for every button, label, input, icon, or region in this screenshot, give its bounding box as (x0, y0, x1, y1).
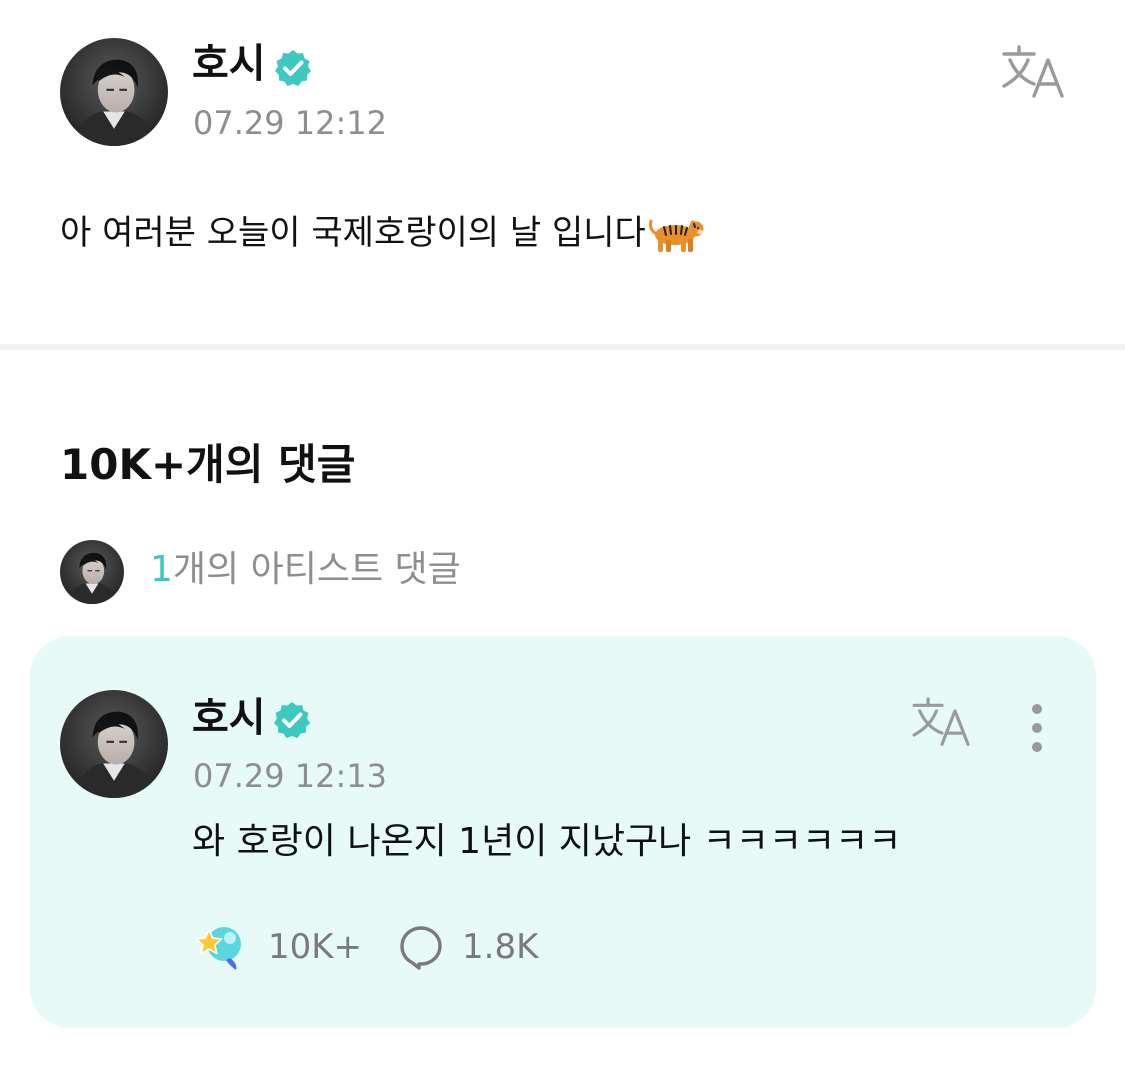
verified-badge-icon (275, 50, 311, 86)
translate-icon[interactable] (1000, 44, 1068, 100)
artist-comments-count: 1 (150, 549, 173, 590)
tiger-emoji (648, 219, 704, 252)
reply-count: 1.8K (462, 927, 539, 967)
like-count: 10K+ (268, 927, 363, 967)
post: 호시 07.29 12:12 아 여러분 오늘이 국제호랑이의 날 입니다 (0, 0, 1125, 345)
artist-comments-label: 1개의 아티스트 댓글 (150, 552, 461, 588)
speech-bubble-icon[interactable] (398, 924, 444, 970)
artist-comments-text: 개의 아티스트 댓글 (172, 549, 461, 590)
more-vertical-icon[interactable] (1024, 700, 1050, 756)
section-divider (0, 344, 1125, 350)
post-body-text: 아 여러분 오늘이 국제호랑이의 날 입니다 (60, 213, 646, 253)
comment-timestamp: 07.29 12:13 (193, 757, 387, 795)
artist-avatar-small (60, 540, 124, 604)
translate-icon[interactable] (910, 696, 974, 748)
comment-author-avatar[interactable] (60, 690, 168, 798)
post-body: 아 여러분 오늘이 국제호랑이의 날 입니다 (60, 213, 706, 255)
post-timestamp: 07.29 12:12 (193, 104, 387, 142)
star-like-icon[interactable] (194, 920, 246, 972)
artist-comment-card: 호시 07.29 12:13 와 호랑이 나온지 1년이 지났구나 ㅋㅋㅋㅋㅋㅋ… (30, 636, 1096, 1028)
author-avatar[interactable] (60, 38, 168, 146)
verified-badge-icon (274, 702, 310, 738)
comment-body: 와 호랑이 나온지 1년이 지났구나 ㅋㅋㅋㅋㅋㅋ (192, 821, 902, 862)
comment-count-heading: 10K+개의 댓글 (60, 440, 356, 489)
comment-author-name[interactable]: 호시 (192, 698, 266, 738)
post-author-name[interactable]: 호시 (192, 44, 266, 84)
